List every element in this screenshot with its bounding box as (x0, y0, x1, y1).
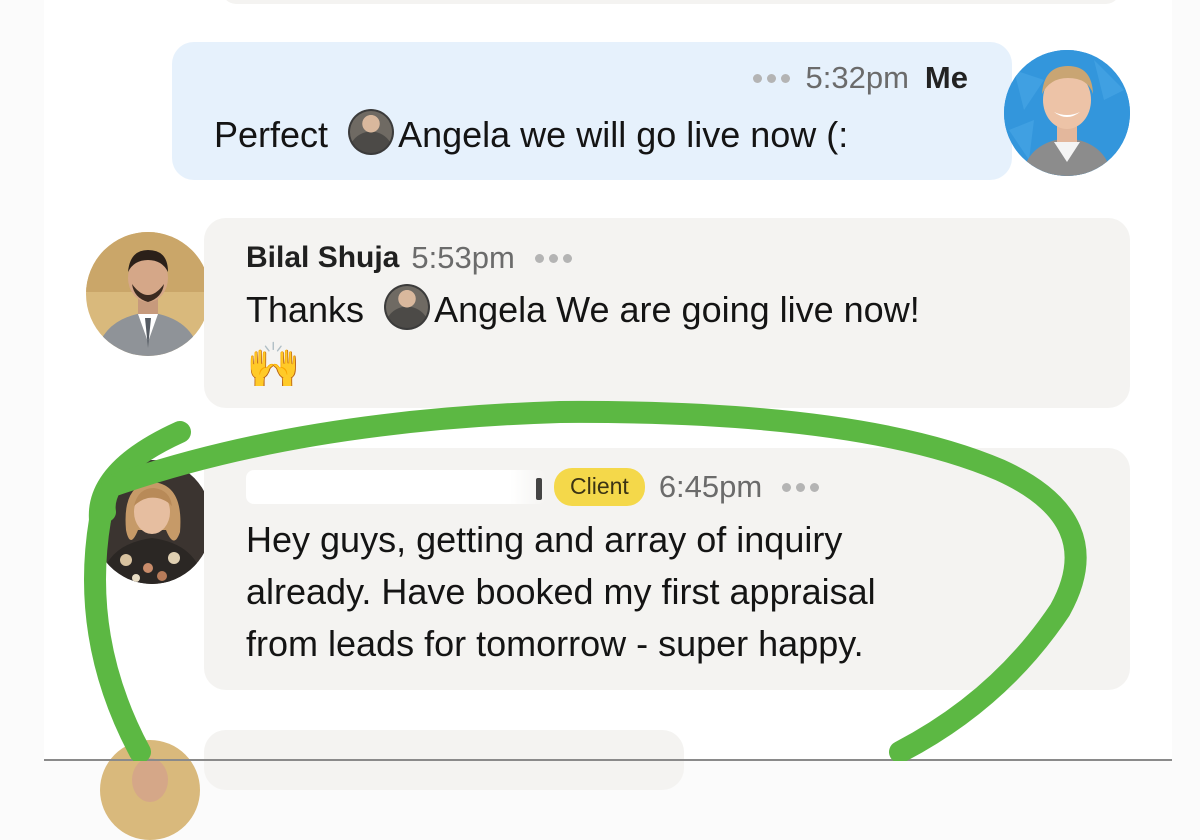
sender-name: Me (924, 60, 968, 95)
mention-name[interactable]: Angela (398, 114, 510, 155)
message-time: 5:32pm (805, 60, 909, 95)
message-bubble-bilal[interactable]: Bilal Shuja 5:53pm Thanks Angela We are … (204, 218, 1130, 408)
previous-message-bubble (222, 0, 1120, 4)
message-bubble-mine[interactable]: 5:32pm Me Perfect Angela we will go live… (172, 42, 1012, 180)
message-text-before: Thanks (246, 289, 375, 330)
message-line: already. Have booked my first appraisal (246, 571, 876, 612)
message-text: Hey guys, getting and array of inquiry a… (246, 514, 876, 670)
message-meta: Client 6:45pm (246, 468, 820, 506)
message-text-after: we will go live now (: (510, 114, 849, 155)
message-meta: Bilal Shuja 5:53pm (246, 240, 572, 276)
message-time: 6:45pm (658, 469, 763, 504)
message-line: from leads for tomorrow - super happy. (246, 623, 864, 664)
avatar-bilal-shuja-next[interactable] (100, 740, 200, 840)
more-options-icon[interactable] (752, 73, 790, 83)
client-badge: Client (554, 468, 645, 506)
more-options-icon[interactable] (534, 253, 572, 263)
sender-name[interactable]: Bilal Shuja (246, 241, 399, 275)
message-meta: 5:32pm Me (752, 60, 968, 96)
mention-avatar-icon (384, 284, 431, 330)
redacted-sender-name (246, 470, 546, 504)
raised-hands-emoji: 🙌 (246, 341, 301, 390)
avatar-me[interactable] (1004, 50, 1130, 176)
mention-name[interactable]: Angela (434, 289, 546, 330)
message-text: Perfect Angela we will go live now (: (214, 109, 848, 161)
avatar-client[interactable] (92, 460, 212, 584)
message-time: 5:53pm (411, 240, 515, 275)
message-text-after: We are going live now! (546, 289, 920, 330)
message-line: Hey guys, getting and array of inquiry (246, 519, 843, 560)
message-bubble-client[interactable]: Client 6:45pm Hey guys, getting and arra… (204, 448, 1130, 690)
message-text: Thanks Angela We are going live now! (246, 284, 920, 336)
message-text-before: Perfect (214, 114, 339, 155)
avatar-bilal-shuja[interactable] (86, 232, 210, 356)
mention-avatar-icon (348, 109, 395, 155)
more-options-icon[interactable] (782, 482, 820, 492)
